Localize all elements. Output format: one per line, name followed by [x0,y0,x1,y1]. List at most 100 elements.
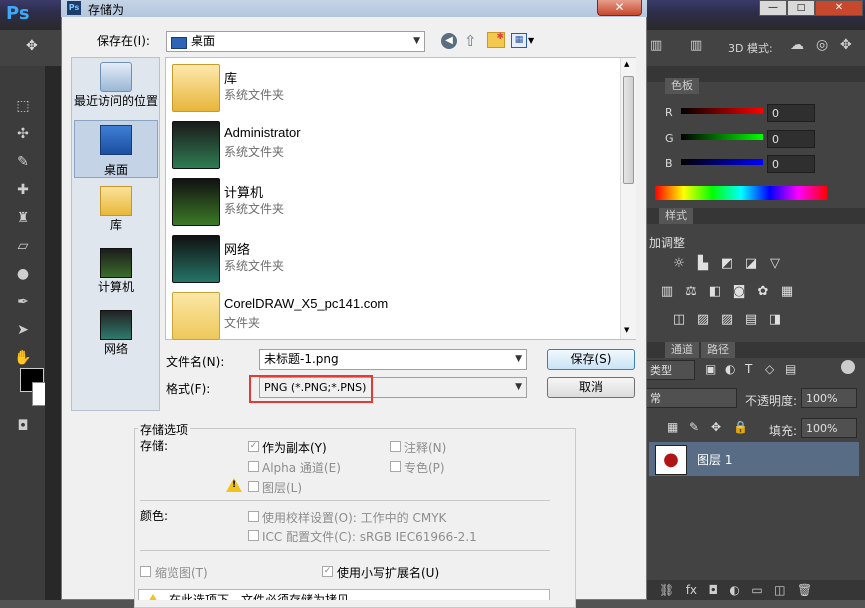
delete-layer-icon[interactable]: 🗑 [797,583,812,597]
blend-mode-select[interactable]: 常 [645,388,737,408]
curves-icon[interactable]: ◩ [719,256,735,272]
list-item[interactable]: 网络 系统文件夹 [172,235,612,287]
layer-kind-select[interactable]: 类型 [645,360,695,380]
as-copy-checkbox[interactable]: ✓ [248,441,259,452]
filter-pixel-icon[interactable]: ▣ [705,362,716,376]
healing-tool-icon[interactable]: ✚ [12,180,34,200]
move-tool-icon[interactable]: ✥ [26,38,38,54]
path-select-tool-icon[interactable]: ➤ [12,320,34,340]
filter-type-icon[interactable]: T [745,362,752,376]
dialog-titlebar[interactable] [61,0,647,17]
up-folder-icon[interactable]: ⇧ [464,32,477,50]
view-menu-icon[interactable]: ▦ [511,33,527,48]
b-slider[interactable] [681,159,763,165]
cancel-button[interactable]: 取消 [547,377,635,398]
fx-icon[interactable]: fx [686,583,697,597]
lock-position-icon[interactable]: ✥ [711,420,721,434]
layer-row[interactable]: ● 图层 1 [649,442,859,476]
spot-checkbox[interactable] [390,461,401,472]
link-layers-icon[interactable]: ⛓ [659,583,674,597]
3d-roll-icon[interactable]: ◎ [816,37,828,53]
pen-tool-icon[interactable]: ✒ [12,292,34,312]
stamp-tool-icon[interactable]: ♜ [12,208,34,228]
place-desktop[interactable]: 桌面 [74,120,158,178]
place-network[interactable]: 网络 [74,310,158,357]
brightness-icon[interactable]: ☼ [671,256,687,272]
back-icon[interactable]: ◀ [441,33,457,49]
color-lookup-icon[interactable]: ▦ [779,284,795,300]
list-item[interactable]: 计算机 系统文件夹 [172,178,612,230]
close-window-button[interactable]: ✕ [815,0,863,16]
filter-shape-icon[interactable]: ◇ [765,362,774,376]
thumbnail-checkbox[interactable] [140,566,151,577]
black-white-icon[interactable]: ◧ [707,284,723,300]
new-folder-icon[interactable]: ✱ [487,32,505,48]
lock-all-icon[interactable]: 🔒 [733,420,748,434]
exposure-icon[interactable]: ◪ [743,256,759,272]
new-layer-icon[interactable]: ◫ [774,583,785,597]
tab-swatches[interactable]: 色板 [665,78,699,94]
marquee-tool-icon[interactable]: ⬚ [12,96,34,116]
levels-icon[interactable]: ▙ [695,256,711,272]
selective-color-icon[interactable]: ◨ [767,312,783,328]
invert-icon[interactable]: ◫ [671,312,687,328]
scroll-down-icon[interactable]: ▼ [624,326,629,334]
new-group-icon[interactable]: ▭ [751,583,762,597]
3d-pan-icon[interactable]: ✥ [840,37,852,53]
list-item[interactable]: 库 系统文件夹 [172,64,612,116]
place-library[interactable]: 库 [74,186,158,233]
opacity-input[interactable]: 100% [801,388,857,408]
minimize-window-button[interactable]: — [759,0,787,16]
place-recent[interactable]: 最近访问的位置 [74,62,158,109]
add-mask-icon[interactable]: ◘ [708,583,718,597]
r-value-input[interactable]: 0 [767,104,815,122]
tab-channels[interactable]: 通道 [665,342,699,358]
place-computer[interactable]: 计算机 [74,248,158,295]
3d-rotate-icon[interactable]: ☁ [790,37,804,53]
proof-checkbox[interactable] [248,511,259,522]
distribute-icon[interactable]: ▥ [690,38,702,53]
r-slider[interactable] [681,108,763,114]
g-slider[interactable] [681,134,763,140]
fill-input[interactable]: 100% [801,418,857,438]
filter-smart-icon[interactable]: ▤ [785,362,796,376]
list-item[interactable]: Administrator 系统文件夹 [172,121,612,173]
annotations-checkbox[interactable] [390,441,401,452]
dialog-close-button[interactable]: ✕ [597,0,642,16]
adjustment-layer-icon[interactable]: ◐ [729,583,739,597]
eraser-tool-icon[interactable]: ▱ [12,236,34,256]
posterize-icon[interactable]: ▨ [695,312,711,328]
quick-select-tool-icon[interactable]: ✣ [12,124,34,144]
list-item[interactable]: CorelDRAW_X5_pc141.com 文件夹 [172,292,612,344]
icc-checkbox[interactable] [248,530,259,541]
g-value-input[interactable]: 0 [767,130,815,148]
color-balance-icon[interactable]: ⚖ [683,284,699,300]
maximize-window-button[interactable]: □ [787,0,815,16]
eyedropper-tool-icon[interactable]: ✎ [12,152,34,172]
b-value-input[interactable]: 0 [767,155,815,173]
layers-checkbox[interactable] [248,481,259,492]
filter-adjust-icon[interactable]: ◐ [725,362,735,376]
channel-mixer-icon[interactable]: ✿ [755,284,771,300]
lowercase-checkbox[interactable]: ✓ [322,566,333,577]
photo-filter-icon[interactable]: ◙ [731,284,747,300]
view-menu-arrow[interactable]: ▼ [528,36,534,45]
tab-styles[interactable]: 样式 [659,208,693,224]
hand-tool-icon[interactable]: ✋ [12,348,34,368]
blur-tool-icon[interactable]: ● [12,264,34,284]
hue-icon[interactable]: ▥ [659,284,675,300]
vibrance-icon[interactable]: ▽ [767,256,783,272]
gradient-map-icon[interactable]: ▤ [743,312,759,328]
scroll-up-icon[interactable]: ▲ [624,60,629,68]
tab-paths[interactable]: 路径 [701,342,735,358]
color-spectrum-bar[interactable] [655,186,827,200]
save-in-select[interactable]: 桌面 ▼ [166,31,425,52]
quick-mask-icon[interactable]: ◘ [12,416,34,436]
layer-name[interactable]: 图层 1 [697,451,732,468]
lock-pixels-icon[interactable]: ▦ [667,420,678,434]
threshold-icon[interactable]: ▨ [719,312,735,328]
save-button[interactable]: 保存(S) [547,349,635,370]
filter-toggle-icon[interactable] [841,360,855,374]
lock-paint-icon[interactable]: ✎ [689,420,699,434]
filename-input[interactable]: 未标题-1.png ▼ [259,349,527,370]
